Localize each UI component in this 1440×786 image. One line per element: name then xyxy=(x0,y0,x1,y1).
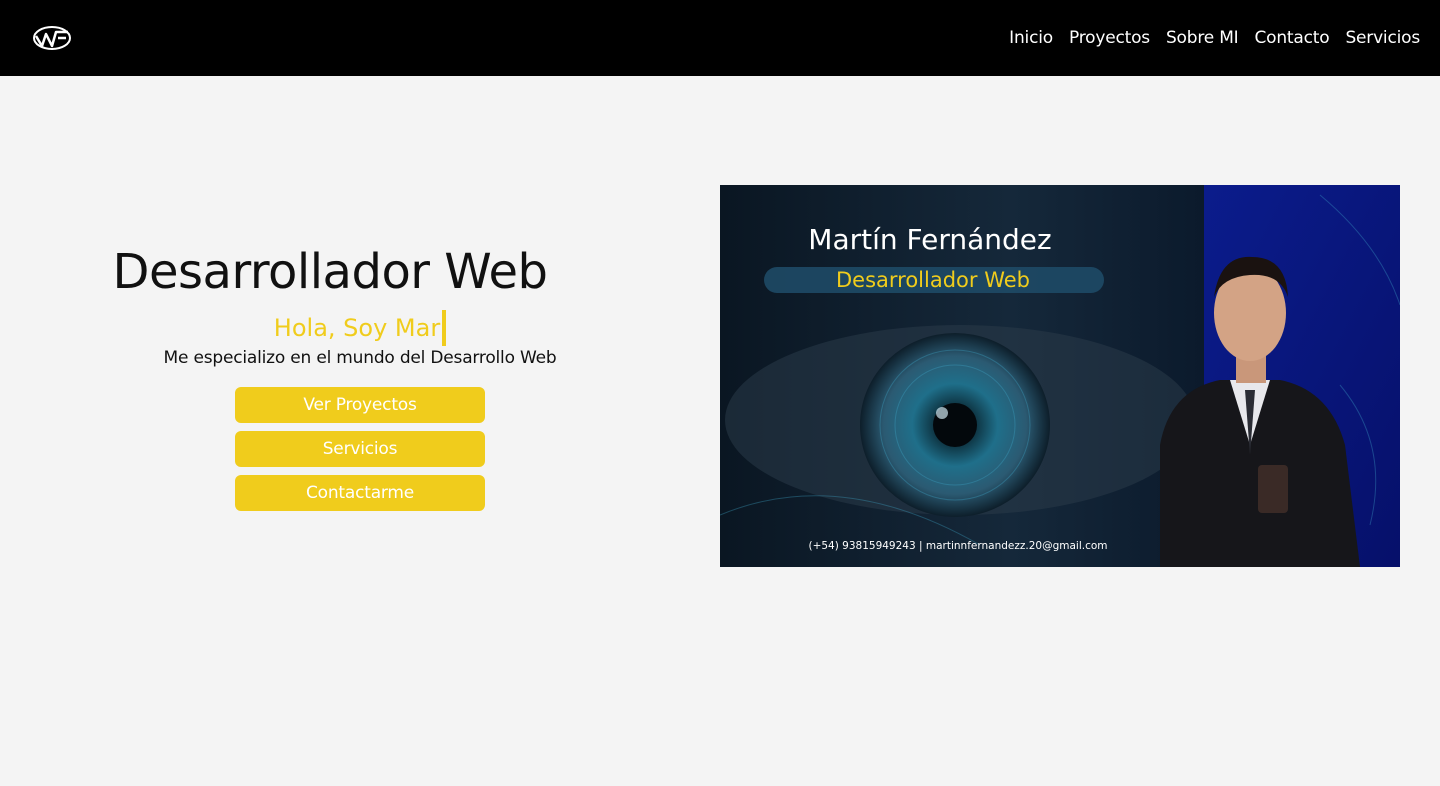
nav-link-servicios[interactable]: Servicios xyxy=(1345,28,1420,48)
mf-logo-icon[interactable] xyxy=(32,24,72,52)
nav-link-contacto[interactable]: Contacto xyxy=(1254,28,1329,48)
nav-links: Inicio Proyectos Sobre MI Contacto Servi… xyxy=(1009,28,1420,48)
nav-link-sobre-mi[interactable]: Sobre MI xyxy=(1166,28,1239,48)
hero-title: Desarrollador Web xyxy=(112,244,548,300)
banner-contact: (+54) 93815949243 | martinnfernandezz.20… xyxy=(808,540,1107,552)
ver-proyectos-button[interactable]: Ver Proyectos xyxy=(235,387,485,423)
hero-section: Desarrollador Web Hola, Soy Mar Me espec… xyxy=(80,240,640,511)
banner-role: Desarrollador Web xyxy=(836,268,1030,292)
typing-greeting: Hola, Soy Mar xyxy=(273,314,441,342)
banner-name: Martín Fernández xyxy=(808,223,1051,256)
typing-caret xyxy=(442,310,447,346)
profile-banner-image: Martín Fernández Desarrollador Web (+54)… xyxy=(720,185,1400,567)
navbar: Inicio Proyectos Sobre MI Contacto Servi… xyxy=(0,0,1440,76)
greeting-row: Hola, Soy Mar xyxy=(273,310,447,346)
servicios-button[interactable]: Servicios xyxy=(235,431,485,467)
nav-link-inicio[interactable]: Inicio xyxy=(1009,28,1053,48)
hero-subtitle: Me especializo en el mundo del Desarroll… xyxy=(163,348,557,368)
nav-link-proyectos[interactable]: Proyectos xyxy=(1069,28,1150,48)
contactarme-button[interactable]: Contactarme xyxy=(235,475,485,511)
